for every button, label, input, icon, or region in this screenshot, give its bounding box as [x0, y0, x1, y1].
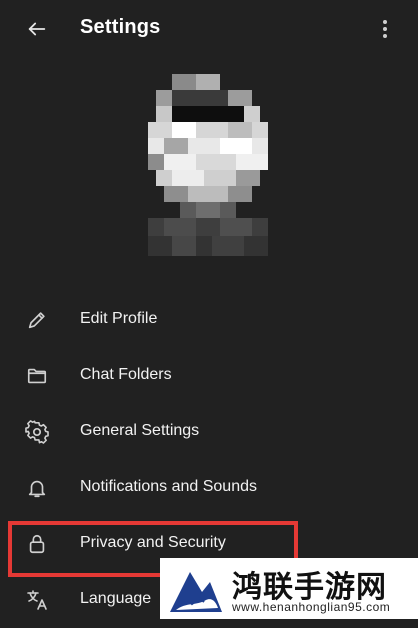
top-bar: Settings — [0, 0, 418, 58]
menu-item-label: Language — [80, 590, 152, 607]
menu-item-label: General Settings — [80, 422, 200, 439]
more-vertical-icon — [383, 20, 387, 38]
pencil-icon — [24, 307, 50, 333]
menu-item-edit-profile[interactable]: Edit Profile — [0, 292, 418, 348]
menu-item-notifications[interactable]: Notifications and Sounds — [0, 460, 418, 516]
gear-icon — [24, 419, 50, 445]
menu-item-chat-folders[interactable]: Chat Folders — [0, 348, 418, 404]
menu-item-general-settings[interactable]: General Settings — [0, 404, 418, 460]
watermark-logo-icon — [170, 572, 222, 612]
menu-item-label: Edit Profile — [80, 310, 158, 327]
bell-icon — [24, 475, 50, 501]
translate-icon — [24, 587, 50, 613]
menu-item-label: Notifications and Sounds — [80, 478, 257, 495]
watermark-url: www.henanhonglian95.com — [232, 600, 391, 614]
profile-avatar[interactable] — [148, 70, 268, 256]
folder-icon — [24, 363, 50, 389]
menu-item-label: Chat Folders — [80, 366, 172, 383]
back-button[interactable] — [22, 14, 52, 44]
arrow-left-icon — [28, 22, 46, 36]
watermark: 鸿联手游网 www.henanhonglian95.com — [160, 558, 418, 619]
page-title: Settings — [80, 16, 161, 38]
more-options-button[interactable] — [372, 14, 398, 44]
